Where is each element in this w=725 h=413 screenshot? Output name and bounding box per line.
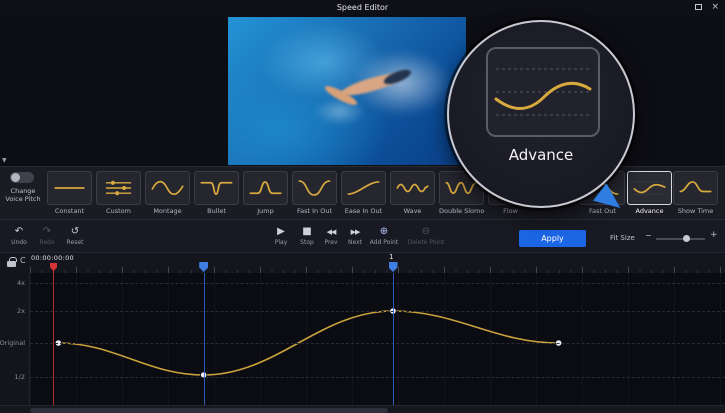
- add-point-icon: ⊕: [366, 227, 402, 237]
- zoom-slider[interactable]: [656, 238, 705, 240]
- window-title: Speed Editor: [337, 3, 388, 12]
- next-button[interactable]: ▶▶ Next: [342, 227, 368, 246]
- stop-icon: ■: [294, 227, 320, 237]
- apply-button[interactable]: Apply: [519, 230, 586, 247]
- play-button[interactable]: ▶ Play: [268, 227, 294, 246]
- grid-line: [30, 283, 725, 284]
- undo-button[interactable]: ↶ Undo: [6, 227, 32, 246]
- speed-scale: 4x 2x Original 1/2: [0, 273, 30, 405]
- maximize-icon: [695, 4, 702, 10]
- snap-icon[interactable]: C: [20, 256, 26, 265]
- timecode: 00:00:00:00: [31, 254, 74, 262]
- scrollbar-thumb[interactable]: [30, 408, 388, 413]
- advance-curve-icon-large: [488, 49, 598, 135]
- titlebar: Speed Editor ×: [0, 0, 725, 15]
- preset-magnifier: Advance: [447, 20, 635, 208]
- speed-editor-window: Speed Editor × ▼ ConstantCustomMontageBu…: [0, 0, 725, 413]
- showtime-curve-icon: [673, 171, 718, 205]
- window-controls: ×: [695, 0, 719, 15]
- video-preview: [228, 17, 466, 165]
- lock-icon[interactable]: [7, 261, 16, 267]
- zoom-slider-thumb[interactable]: [683, 235, 690, 242]
- voice-pitch-toggle[interactable]: [10, 172, 34, 183]
- delete-point-icon: ⊖: [404, 227, 448, 237]
- toolbar: ↶ Undo ↷ Redo ↺ Reset ▶ Play ■ Stop ◀◀ P…: [0, 219, 725, 252]
- timeline-header: C 00:00:00:00 1: [0, 252, 725, 273]
- easeinout-curve-icon: [341, 171, 386, 205]
- speed-label: 1/2: [15, 373, 25, 381]
- speed-label: 4x: [17, 279, 25, 287]
- preset-tile-jump[interactable]: Jump: [243, 171, 288, 215]
- close-icon: ×: [711, 2, 719, 12]
- water-highlight: [314, 98, 366, 125]
- advance-curve-preview: [486, 47, 600, 137]
- magnifier-label: Advance: [449, 146, 633, 164]
- toggle-knob: [11, 173, 20, 182]
- zoom-out-button[interactable]: −: [645, 231, 652, 240]
- grid-line: [30, 377, 725, 378]
- next-icon: ▶▶: [342, 227, 368, 237]
- zoom-in-button[interactable]: +: [710, 230, 718, 240]
- undo-icon: ↶: [6, 227, 32, 237]
- custom-curve-icon: [96, 171, 141, 205]
- keyframe-line: [204, 273, 205, 405]
- speed-graph[interactable]: [30, 273, 725, 405]
- preset-tile-montage[interactable]: Montage: [145, 171, 190, 215]
- collapse-arrow-icon[interactable]: ▼: [2, 157, 7, 164]
- preset-tile-advance[interactable]: Advance: [627, 171, 672, 215]
- add-point-button[interactable]: ⊕ Add Point: [366, 227, 402, 246]
- fit-size-button[interactable]: Fit Size: [610, 234, 635, 242]
- preset-tile-wave[interactable]: Wave: [390, 171, 435, 215]
- speed-label: 2x: [17, 307, 25, 315]
- reset-button[interactable]: ↺ Reset: [62, 227, 88, 246]
- prev-button[interactable]: ◀◀ Prev: [318, 227, 344, 246]
- jump-curve-icon: [243, 171, 288, 205]
- prev-icon: ◀◀: [318, 227, 344, 237]
- speed-curve: [30, 273, 725, 405]
- maximize-button[interactable]: [695, 3, 702, 12]
- montage-curve-icon: [145, 171, 190, 205]
- keyframe-line: [393, 273, 394, 405]
- preset-tile-custom[interactable]: Custom: [96, 171, 141, 215]
- preset-tile-easeinout[interactable]: Ease In Out: [341, 171, 386, 215]
- grid-line: [30, 343, 725, 344]
- ruler-second-label: 1: [389, 253, 393, 261]
- reset-icon: ↺: [62, 227, 88, 237]
- redo-icon: ↷: [34, 227, 60, 237]
- grid-line: [30, 311, 725, 312]
- bullet-curve-icon: [194, 171, 239, 205]
- fastinout-curve-icon: [292, 171, 337, 205]
- playhead-line[interactable]: [53, 270, 54, 405]
- preset-tile-bullet[interactable]: Bullet: [194, 171, 239, 215]
- stop-button[interactable]: ■ Stop: [294, 227, 320, 246]
- delete-point-button[interactable]: ⊖ Delete Point: [404, 227, 448, 246]
- wave-curve-icon: [390, 171, 435, 205]
- speed-label: Original: [0, 339, 25, 347]
- close-button[interactable]: ×: [711, 0, 719, 15]
- preset-tile-showtime[interactable]: Show Time: [673, 171, 718, 215]
- redo-button[interactable]: ↷ Redo: [34, 227, 60, 246]
- voice-pitch-label: Change Voice Pitch: [1, 187, 45, 203]
- horizontal-scrollbar[interactable]: [0, 405, 725, 413]
- preset-tile-constant[interactable]: Constant: [47, 171, 92, 215]
- play-icon: ▶: [268, 227, 294, 237]
- constant-curve-icon: [47, 171, 92, 205]
- advance-curve-icon: [627, 171, 672, 205]
- preset-tile-fastinout[interactable]: Fast In Out: [292, 171, 337, 215]
